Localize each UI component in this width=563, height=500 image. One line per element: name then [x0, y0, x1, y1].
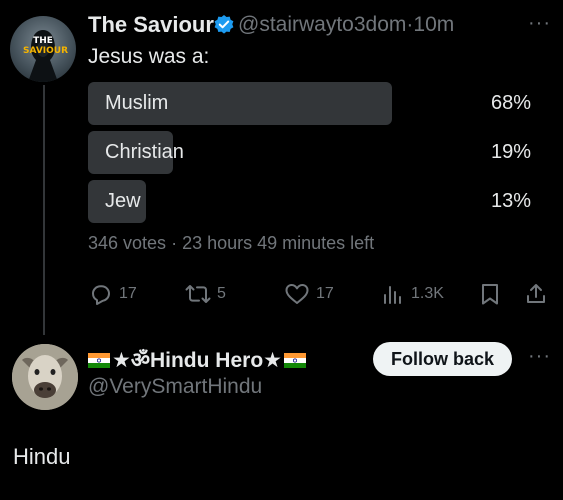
reply-icon	[92, 285, 110, 305]
cow-face-image	[12, 344, 78, 410]
reply-author-handle[interactable]: @VerySmartHindu	[88, 375, 262, 399]
bookmark-button[interactable]	[479, 281, 501, 307]
reply-author-display-name[interactable]: ★ॐHindu Hero★	[88, 346, 306, 374]
poll-option-muslim: Muslim 68%	[88, 82, 535, 125]
poll-time-left: 23 hours 49 minutes left	[182, 233, 375, 253]
poll-option-label: Jew	[105, 190, 141, 212]
author-display-name[interactable]: The Saviour	[88, 12, 214, 38]
poll-option-percent: 19%	[490, 141, 531, 163]
reply-author-name-text: ★ॐHindu Hero★	[112, 349, 282, 372]
views-count: 1.3K	[411, 285, 444, 302]
more-options-icon[interactable]: ···	[528, 12, 551, 35]
thread-line	[43, 85, 45, 335]
verified-badge-icon	[214, 15, 234, 34]
poll-option-christian: Christian 19%	[88, 131, 535, 174]
like-button[interactable]: 17	[284, 281, 334, 307]
retweet-button[interactable]: 5	[185, 281, 226, 307]
retweet-count: 5	[217, 285, 226, 302]
poll-votes: 346 votes	[88, 233, 167, 253]
india-flag-icon	[283, 352, 306, 368]
author-handle-time: @stairwayto3dom·10m	[238, 13, 454, 37]
tweet-text: Jesus was a:	[88, 45, 210, 68]
reply-count: 17	[119, 285, 137, 302]
avatar-logo-text: THE SAVIOUR	[23, 36, 69, 56]
heart-icon	[285, 284, 309, 304]
author-avatar[interactable]: THE SAVIOUR	[10, 16, 76, 82]
follow-back-button[interactable]: Follow back	[373, 342, 512, 376]
poll-option-label: Christian	[105, 141, 184, 163]
tweet-time[interactable]: 10m	[413, 13, 454, 36]
views-chart-icon	[384, 286, 401, 304]
poll-footer: 346 votes · 23 hours 49 minutes left	[88, 233, 375, 253]
retweet-icon	[185, 285, 211, 303]
reply-button[interactable]: 17	[89, 281, 137, 307]
reply-author-avatar[interactable]	[12, 344, 78, 410]
reply-text: Hindu	[13, 444, 71, 469]
bookmark-icon	[482, 284, 498, 305]
views-button[interactable]: 1.3K	[381, 281, 444, 307]
reply-more-options-icon[interactable]: ···	[528, 345, 551, 368]
share-icon	[527, 284, 545, 303]
like-count: 17	[316, 285, 334, 302]
poll-option-percent: 68%	[490, 92, 531, 114]
poll-option-jew: Jew 13%	[88, 180, 535, 223]
author-handle[interactable]: @stairwayto3dom	[238, 13, 406, 36]
poll-option-label: Muslim	[105, 92, 169, 114]
share-button[interactable]	[525, 281, 547, 307]
india-flag-icon	[88, 352, 110, 368]
poll-option-percent: 13%	[490, 190, 531, 212]
